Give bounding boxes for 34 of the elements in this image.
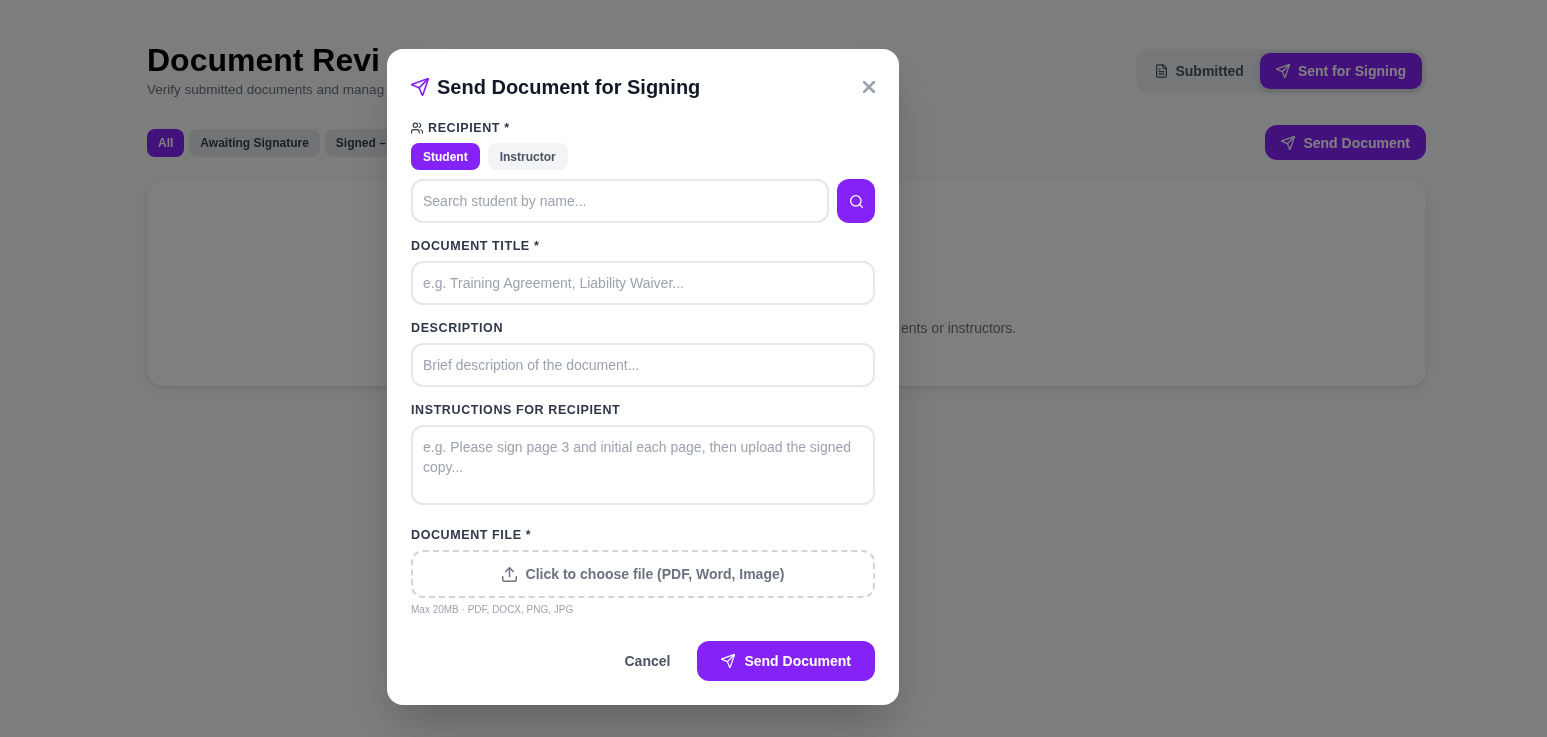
send-document-button[interactable]: Send Document: [1265, 125, 1426, 160]
send-icon: [1281, 135, 1296, 150]
text-input[interactable]: e.g. Training Agreement, Liability Waiver...: [411, 261, 875, 305]
file-hint: Max 20MB · PDF, DOCX, PNG, JPG: [411, 603, 574, 616]
filter-chip[interactable]: All: [147, 128, 185, 157]
search-icon: [849, 194, 863, 208]
file-dropzone[interactable]: Click to choose file (PDF, Word, Image): [411, 550, 875, 598]
empty-state-text: ents or instructors.: [901, 319, 1017, 338]
text-input[interactable]: Brief description of the document...: [411, 343, 875, 387]
field-label: DOCUMENT TITLE *: [411, 238, 540, 254]
page-title: Document Revi: [147, 41, 380, 79]
text-area[interactable]: e.g. Please sign page 3 and initial each page, then upload the signed copy...: [411, 425, 875, 505]
users-icon: [411, 122, 423, 134]
field-label: RECIPIENT *: [428, 120, 510, 136]
upload-icon: [501, 566, 517, 582]
close-icon: [863, 81, 875, 93]
field-label: DESCRIPTION: [411, 320, 504, 336]
recipient-toggle[interactable]: Instructor: [487, 143, 568, 170]
recipient-toggle[interactable]: Student: [411, 143, 480, 170]
field-label: DOCUMENT FILE *: [411, 527, 532, 543]
cancel-button[interactable]: Cancel: [608, 641, 687, 681]
document-icon: [1156, 64, 1168, 78]
dialog-title: Send Document for Signing: [437, 75, 701, 99]
view-tab[interactable]: Sent for Signing: [1259, 53, 1422, 89]
send-icon: [721, 654, 736, 668]
search-button[interactable]: [837, 179, 875, 223]
send-document-button[interactable]: Send Document: [697, 641, 875, 681]
page-subtitle: Verify submitted documents and manag: [147, 81, 385, 99]
field-label: INSTRUCTIONS FOR RECIPIENT: [411, 402, 621, 418]
send-icon: [411, 78, 429, 96]
send-icon: [1275, 64, 1290, 78]
search-field[interactable]: Search student by name...: [411, 179, 829, 223]
view-tab[interactable]: Submitted: [1140, 53, 1260, 89]
filter-chip[interactable]: Awaiting Signature: [189, 128, 320, 157]
